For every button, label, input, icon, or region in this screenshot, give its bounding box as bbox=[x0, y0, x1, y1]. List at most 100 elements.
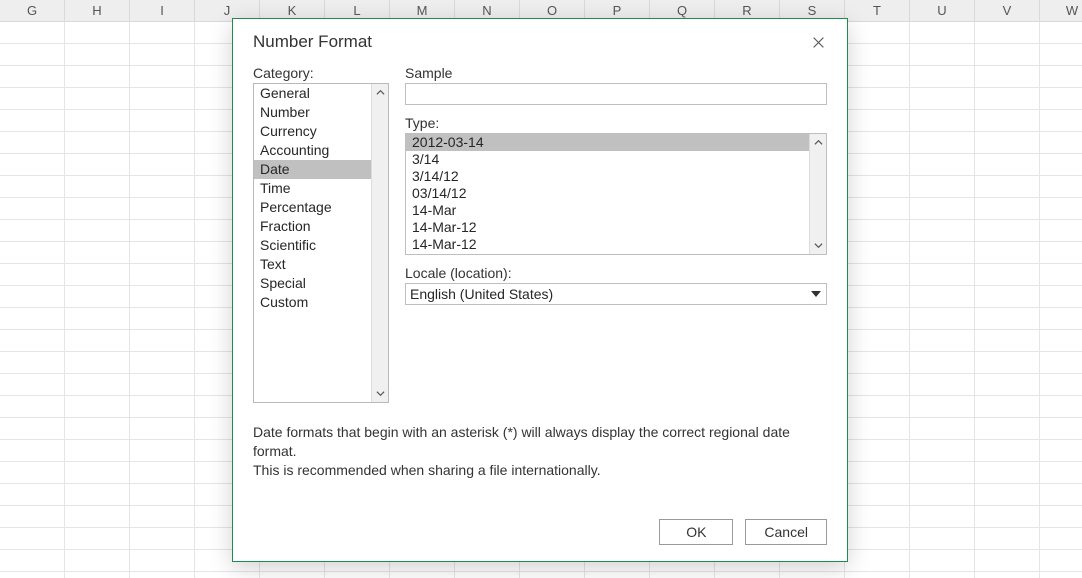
cell[interactable] bbox=[65, 308, 130, 330]
cell[interactable] bbox=[910, 396, 975, 418]
cell[interactable] bbox=[65, 528, 130, 550]
scrollbar[interactable] bbox=[809, 134, 826, 254]
cell[interactable] bbox=[130, 44, 195, 66]
cell[interactable] bbox=[975, 286, 1040, 308]
cell[interactable] bbox=[1040, 462, 1082, 484]
cell[interactable] bbox=[130, 220, 195, 242]
cell[interactable] bbox=[0, 264, 65, 286]
cell[interactable] bbox=[0, 22, 65, 44]
cell[interactable] bbox=[910, 352, 975, 374]
cell[interactable] bbox=[0, 418, 65, 440]
cell[interactable] bbox=[910, 22, 975, 44]
cell[interactable] bbox=[975, 88, 1040, 110]
cell[interactable] bbox=[845, 374, 910, 396]
cell[interactable] bbox=[65, 374, 130, 396]
type-item[interactable]: 14-Mar-12 bbox=[406, 236, 809, 253]
cell[interactable] bbox=[975, 550, 1040, 572]
cell[interactable] bbox=[0, 550, 65, 572]
cell[interactable] bbox=[0, 374, 65, 396]
cell[interactable] bbox=[975, 396, 1040, 418]
cell[interactable] bbox=[65, 44, 130, 66]
cell[interactable] bbox=[0, 44, 65, 66]
cell[interactable] bbox=[845, 88, 910, 110]
cell[interactable] bbox=[845, 264, 910, 286]
cell[interactable] bbox=[585, 572, 650, 578]
cell[interactable] bbox=[845, 462, 910, 484]
cell[interactable] bbox=[130, 264, 195, 286]
cell[interactable] bbox=[910, 154, 975, 176]
cell[interactable] bbox=[910, 308, 975, 330]
cell[interactable] bbox=[65, 132, 130, 154]
scrollbar[interactable] bbox=[371, 84, 388, 402]
category-item[interactable]: Text bbox=[254, 255, 371, 274]
cell[interactable] bbox=[130, 110, 195, 132]
cell[interactable] bbox=[0, 242, 65, 264]
cell[interactable] bbox=[0, 308, 65, 330]
cell[interactable] bbox=[130, 352, 195, 374]
cell[interactable] bbox=[780, 572, 845, 578]
scroll-up-arrow[interactable] bbox=[372, 84, 389, 101]
cell[interactable] bbox=[845, 22, 910, 44]
cell[interactable] bbox=[130, 22, 195, 44]
scroll-down-arrow[interactable] bbox=[372, 385, 389, 402]
cell[interactable] bbox=[1040, 374, 1082, 396]
column-header[interactable]: G bbox=[0, 0, 65, 21]
cell[interactable] bbox=[910, 110, 975, 132]
cell[interactable] bbox=[1040, 176, 1082, 198]
cell[interactable] bbox=[130, 572, 195, 578]
cell[interactable] bbox=[910, 132, 975, 154]
cell[interactable] bbox=[910, 220, 975, 242]
cell[interactable] bbox=[130, 154, 195, 176]
cell[interactable] bbox=[1040, 440, 1082, 462]
category-item[interactable]: Time bbox=[254, 179, 371, 198]
cell[interactable] bbox=[910, 198, 975, 220]
cell[interactable] bbox=[130, 484, 195, 506]
cell[interactable] bbox=[65, 176, 130, 198]
cell[interactable] bbox=[910, 44, 975, 66]
cell[interactable] bbox=[0, 176, 65, 198]
close-button[interactable] bbox=[805, 29, 831, 55]
cell[interactable] bbox=[975, 352, 1040, 374]
cell[interactable] bbox=[845, 550, 910, 572]
cell[interactable] bbox=[65, 352, 130, 374]
cell[interactable] bbox=[845, 66, 910, 88]
cell[interactable] bbox=[1040, 528, 1082, 550]
cell[interactable] bbox=[975, 44, 1040, 66]
cell[interactable] bbox=[910, 286, 975, 308]
cell[interactable] bbox=[845, 418, 910, 440]
cell[interactable] bbox=[975, 154, 1040, 176]
cell[interactable] bbox=[0, 506, 65, 528]
type-item[interactable]: 03/14/12 bbox=[406, 185, 809, 202]
column-header[interactable]: V bbox=[975, 0, 1040, 21]
cell[interactable] bbox=[65, 198, 130, 220]
cancel-button[interactable]: Cancel bbox=[745, 519, 827, 545]
cell[interactable] bbox=[975, 264, 1040, 286]
cell[interactable] bbox=[65, 396, 130, 418]
cell[interactable] bbox=[325, 572, 390, 578]
category-item[interactable]: Scientific bbox=[254, 236, 371, 255]
cell[interactable] bbox=[65, 418, 130, 440]
cell[interactable] bbox=[65, 264, 130, 286]
cell[interactable] bbox=[0, 66, 65, 88]
cell[interactable] bbox=[845, 44, 910, 66]
column-header[interactable]: U bbox=[910, 0, 975, 21]
cell[interactable] bbox=[130, 330, 195, 352]
cell[interactable] bbox=[130, 374, 195, 396]
cell[interactable] bbox=[845, 110, 910, 132]
cell[interactable] bbox=[910, 528, 975, 550]
cell[interactable] bbox=[975, 242, 1040, 264]
type-item[interactable]: 14-Mar-12 bbox=[406, 219, 809, 236]
cell[interactable] bbox=[130, 66, 195, 88]
cell[interactable] bbox=[520, 572, 585, 578]
cell[interactable] bbox=[975, 176, 1040, 198]
cell[interactable] bbox=[1040, 352, 1082, 374]
cell[interactable] bbox=[845, 484, 910, 506]
type-item[interactable]: 14-Mar bbox=[406, 202, 809, 219]
category-item[interactable]: Accounting bbox=[254, 141, 371, 160]
category-item[interactable]: General bbox=[254, 84, 371, 103]
cell[interactable] bbox=[715, 572, 780, 578]
cell[interactable] bbox=[910, 330, 975, 352]
cell[interactable] bbox=[1040, 198, 1082, 220]
scroll-up-arrow[interactable] bbox=[810, 134, 827, 151]
cell[interactable] bbox=[975, 22, 1040, 44]
